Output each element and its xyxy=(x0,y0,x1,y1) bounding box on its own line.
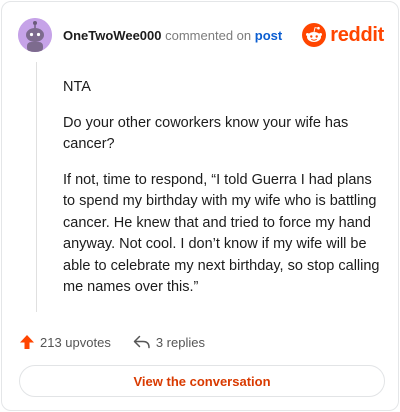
comment-body: NTA Do your other coworkers know your wi… xyxy=(63,77,383,313)
comment-meta: OneTwoWee000 commented on post xyxy=(63,28,282,44)
comment-actions: 213 upvotes 3 replies xyxy=(19,332,227,352)
action-text: commented on xyxy=(165,28,252,43)
replies-button[interactable]: 3 replies xyxy=(133,335,205,350)
upvote-button[interactable]: 213 upvotes xyxy=(19,334,111,350)
upvote-count: 213 upvotes xyxy=(40,334,111,350)
comment-paragraph: NTA xyxy=(63,79,91,95)
comment-header: OneTwoWee000 commented on post reddit xyxy=(18,18,384,54)
upvote-arrow-icon xyxy=(20,335,34,349)
reply-arrow-icon xyxy=(133,335,150,349)
view-conversation-button[interactable]: View the conversation xyxy=(19,365,385,397)
reddit-snoo-icon xyxy=(302,23,327,47)
view-conversation-label: View the conversation xyxy=(133,373,271,389)
reddit-logo[interactable]: reddit xyxy=(302,22,384,48)
reddit-wordmark: reddit xyxy=(330,23,384,46)
username-link[interactable]: OneTwoWee000 xyxy=(63,28,162,43)
post-link[interactable]: post xyxy=(255,28,282,43)
comment-paragraph: If not, time to respond, “I told Guerra … xyxy=(63,171,380,296)
comment-card: OneTwoWee000 commented on post reddit NT… xyxy=(1,1,399,411)
reply-count: 3 replies xyxy=(155,334,205,350)
comment-paragraph: Do your other coworkers know your wife h… xyxy=(63,114,349,153)
thread-line xyxy=(36,62,37,312)
snoo-avatar-icon[interactable] xyxy=(18,18,52,52)
